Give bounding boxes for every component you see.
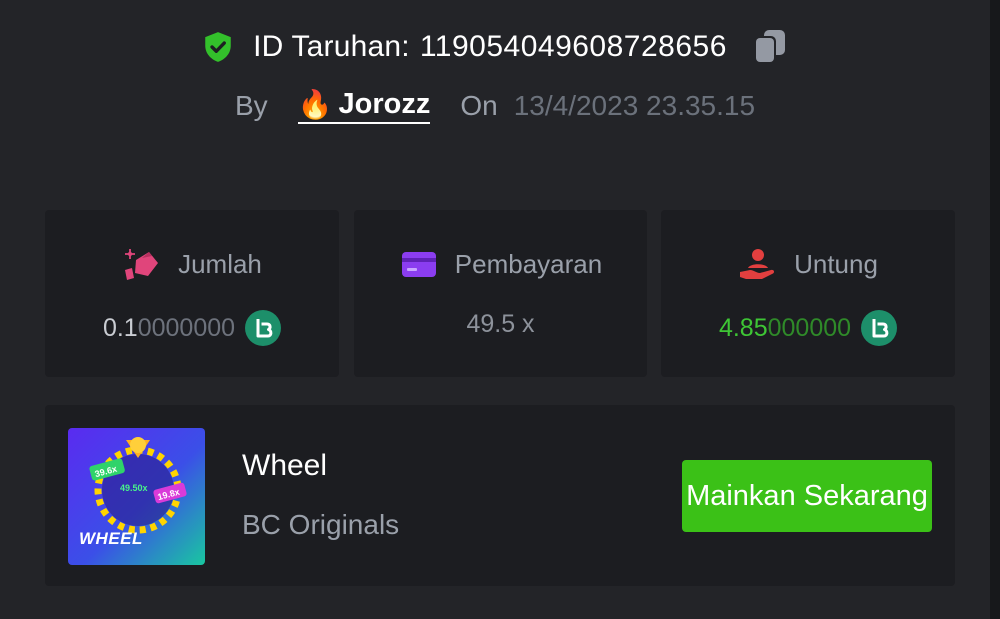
game-card: 39.6x 49.50x 19.8x WHEEL Wheel BC Origin… [45, 405, 955, 586]
thumb-multiplier-2: 49.50x [120, 483, 148, 493]
stat-label-payout: Pembayaran [454, 248, 603, 279]
bet-meta-row: By 🔥 Jorozz On 13/4/2023 23.35.15 [0, 84, 990, 128]
stat-card-amount: Jumlah 0.1 0000000 [45, 210, 339, 377]
amount-value-trailing: 0000000 [137, 313, 236, 342]
game-provider: BC Originals [242, 509, 400, 540]
stat-label-profit: Untung [794, 248, 878, 279]
user-link[interactable]: 🔥 Jorozz [297, 88, 431, 124]
play-now-button[interactable]: Mainkan Sekarang [682, 460, 932, 532]
card-icon [401, 252, 436, 277]
bet-date: 13/4/2023 23.35.15 [513, 90, 756, 121]
bc-coin-icon [861, 310, 898, 346]
game-thumbnail[interactable]: 39.6x 49.50x 19.8x WHEEL [68, 428, 205, 565]
profit-hand-icon [740, 249, 775, 279]
copy-icon[interactable] [749, 27, 789, 67]
flame-icon: 🔥 [297, 88, 333, 120]
stat-label-amount: Jumlah [178, 248, 262, 279]
username: Jorozz [338, 88, 431, 120]
verified-shield-icon [205, 32, 231, 62]
by-label: By [234, 90, 268, 121]
money-bag-icon [125, 249, 159, 280]
profit-value-main: 4.85 [718, 313, 768, 342]
bet-id-row: ID Taruhan: 119054049608728656 [0, 24, 990, 70]
bet-id-value: 119054049608728656 [419, 30, 727, 63]
thumbnail-text: WHEEL [79, 529, 143, 548]
game-title[interactable]: Wheel [242, 449, 327, 483]
amount-value-main: 0.1 [102, 313, 138, 342]
on-label: On [460, 90, 498, 121]
stat-card-profit: Untung 4.85 000000 [661, 210, 955, 377]
bc-coin-icon [245, 310, 282, 346]
payout-value: 49.5 x [466, 310, 535, 338]
profit-value-trailing: 000000 [767, 313, 852, 342]
scrollbar-track [990, 0, 1000, 619]
bet-id-label: ID Taruhan: [253, 30, 410, 63]
stat-card-payout: Pembayaran 49.5 x [354, 210, 647, 377]
